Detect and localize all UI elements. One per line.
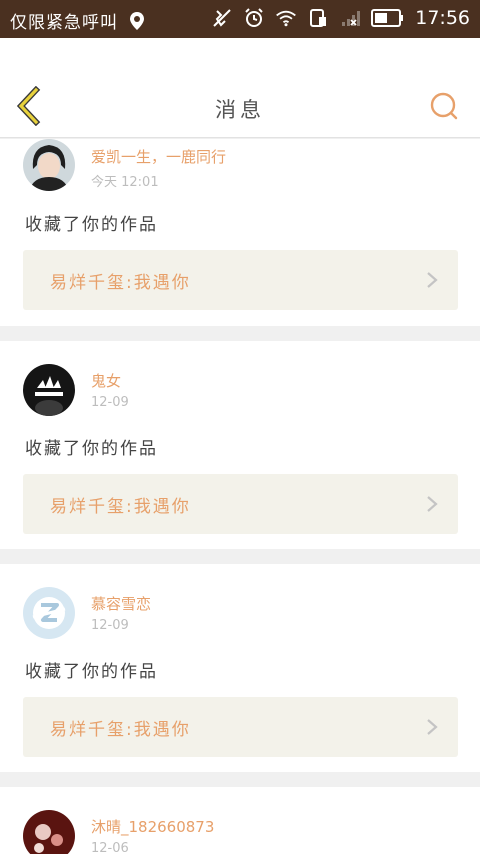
page-title: 消息: [215, 98, 265, 122]
work-link[interactable]: 易烊千玺:我遇你: [23, 250, 458, 310]
vibrate-off-icon: [213, 9, 231, 27]
chevron-right-icon: [427, 496, 438, 512]
avatar[interactable]: [23, 810, 75, 854]
work-title: 易烊千玺:我遇你: [50, 273, 191, 293]
status-bar-right: 17:56: [211, 7, 470, 29]
status-bar-left: 仅限紧急呼叫: [10, 8, 148, 33]
work-title: 易烊千玺:我遇你: [50, 497, 191, 517]
chevron-right-icon: [427, 719, 438, 735]
carrier-text: 仅限紧急呼叫: [10, 13, 118, 33]
avatar[interactable]: [23, 139, 75, 191]
message-action: 收藏了你的作品: [25, 662, 158, 682]
status-time: 17:56: [415, 7, 470, 29]
wifi-icon: [276, 10, 297, 27]
search-icon[interactable]: [428, 90, 460, 122]
message-card[interactable]: 鬼女 12-09 收藏了你的作品 易烊千玺:我遇你: [0, 341, 480, 549]
location-icon: [130, 11, 144, 30]
user-name[interactable]: 慕容雪恋: [91, 593, 151, 614]
message-time: 12-09: [91, 395, 129, 410]
user-name[interactable]: 爱凯一生，一鹿同行: [91, 146, 226, 167]
message-card[interactable]: 慕容雪恋 12-09 收藏了你的作品 易烊千玺:我遇你: [0, 564, 480, 772]
message-action: 收藏了你的作品: [25, 439, 158, 459]
signal-icon: [342, 11, 361, 26]
alarm-icon: [245, 8, 263, 27]
message-time: 12-06: [91, 841, 129, 854]
user-name[interactable]: 沐晴_182660873: [91, 816, 214, 837]
header-bar: 消息: [0, 38, 480, 138]
battery-icon: [371, 9, 404, 27]
work-link[interactable]: 易烊千玺:我遇你: [23, 697, 458, 757]
message-card[interactable]: 爱凯一生，一鹿同行 今天 12:01 收藏了你的作品 易烊千玺:我遇你: [0, 139, 480, 326]
chevron-right-icon: [427, 272, 438, 288]
sim-card-icon: [310, 9, 327, 27]
message-time: 今天 12:01: [91, 175, 159, 190]
message-time: 12-09: [91, 618, 129, 633]
user-name[interactable]: 鬼女: [91, 370, 121, 391]
avatar[interactable]: [23, 364, 75, 416]
work-title: 易烊千玺:我遇你: [50, 720, 191, 740]
avatar[interactable]: [23, 587, 75, 639]
work-link[interactable]: 易烊千玺:我遇你: [23, 474, 458, 534]
status-bar: 仅限紧急呼叫 17:56: [0, 0, 480, 38]
message-card[interactable]: 沐晴_182660873 12-06: [0, 787, 480, 854]
message-action: 收藏了你的作品: [25, 215, 158, 235]
